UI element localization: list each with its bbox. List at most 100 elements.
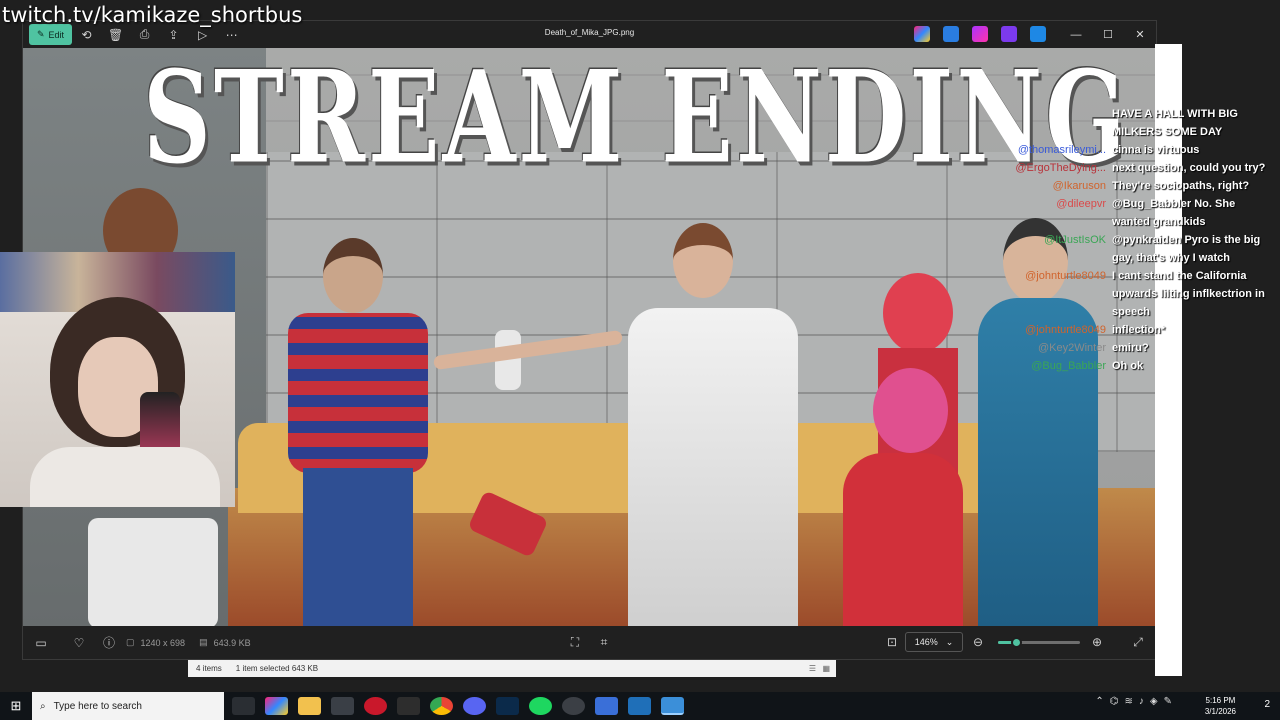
- chrome-icon[interactable]: [430, 697, 453, 715]
- photos-active-icon[interactable]: [661, 697, 684, 715]
- file-explorer-icon[interactable]: [298, 697, 321, 715]
- photos-app-icon[interactable]: [628, 697, 651, 715]
- media-player-icon[interactable]: [562, 697, 585, 715]
- task-view-icon[interactable]: [232, 697, 255, 715]
- favorite-icon[interactable]: ♡: [64, 636, 94, 650]
- close-icon[interactable]: ✕: [1124, 21, 1156, 48]
- chat-text: emiru?: [1112, 342, 1149, 354]
- copilot-taskbar-icon[interactable]: [265, 697, 288, 715]
- chat-message: @johnturtle8049 I cant stand the Californ…: [1000, 267, 1280, 285]
- designer-icon[interactable]: [943, 26, 959, 42]
- chat-text: wanted grandkids: [1112, 216, 1206, 228]
- chat-text: next question, could you try?: [1112, 162, 1266, 174]
- chat-username[interactable]: @johnturtle8049: [1000, 267, 1112, 285]
- chat-message: @ErgoTheDying... next question, could you…: [1000, 159, 1280, 177]
- chat-message: @Bug_Babbler Oh ok: [1000, 357, 1280, 375]
- info-icon[interactable]: ⓘ: [94, 634, 124, 651]
- app-icon[interactable]: [595, 697, 618, 715]
- webcam-overlay: [0, 252, 235, 507]
- search-placeholder: Type here to search: [53, 700, 142, 712]
- system-tray: ⌃ ⌬ ≋ ♪ ◈ ✎: [1095, 696, 1172, 707]
- spotify-icon[interactable]: [529, 697, 552, 715]
- zoom-slider-thumb[interactable]: [1011, 637, 1023, 648]
- details-view-icon[interactable]: ☰: [809, 664, 816, 673]
- chat-username[interactable]: [1000, 285, 1112, 303]
- network-icon[interactable]: ⌬: [1110, 696, 1119, 707]
- windows-taskbar: ⊞ ⌕ Type here to search ⌃ ⌬ ≋ ♪ ◈ ✎ 5:16…: [0, 692, 1280, 720]
- edit-button[interactable]: ✎ Edit: [29, 24, 73, 45]
- chat-text: @pynkraiden Pyro is the big: [1112, 234, 1261, 246]
- chat-text: gay, that's why I watch: [1112, 252, 1230, 264]
- onedrive-icon[interactable]: [1030, 26, 1046, 42]
- crop-icon[interactable]: ⛶: [560, 635, 590, 650]
- chat-text: Oh ok: [1112, 360, 1144, 372]
- figure-striped-sweater: [243, 238, 521, 628]
- chat-message: wanted grandkids: [1000, 213, 1280, 231]
- zoom-out-icon[interactable]: ⊖: [963, 635, 993, 649]
- viewer-bottom-bar: ▭ ♡ ⓘ ▢ 1240 x 698 ▤ 643.9 KB ⛶ ⌗ ⊡ 146%…: [23, 626, 1156, 659]
- print-icon[interactable]: ⎙: [130, 24, 159, 45]
- chat-username[interactable]: @thomasrileymi...: [1000, 141, 1112, 159]
- rotate-icon[interactable]: ⟲: [72, 24, 101, 45]
- ocr-icon[interactable]: ⌗: [589, 635, 619, 650]
- fullscreen-icon[interactable]: ⤢: [1123, 635, 1153, 650]
- chat-username[interactable]: [1000, 123, 1112, 141]
- delete-icon[interactable]: 🗑: [101, 24, 130, 45]
- maximize-icon[interactable]: ☐: [1092, 21, 1124, 48]
- figure-white-drape: [432, 223, 833, 628]
- chat-username[interactable]: @Key2Winter: [1000, 339, 1112, 357]
- chat-username[interactable]: [1000, 303, 1112, 321]
- chat-text: speech: [1112, 306, 1150, 318]
- minimize-icon[interactable]: —: [1060, 21, 1092, 48]
- chat-username[interactable]: @Ikaruson: [1000, 177, 1112, 195]
- share-icon[interactable]: ⇪: [159, 24, 188, 45]
- chat-username[interactable]: [1000, 249, 1112, 267]
- fit-to-window-icon[interactable]: ⊡: [877, 635, 907, 649]
- taskbar-clock[interactable]: 5:16 PM 3/1/2026: [1205, 695, 1236, 717]
- start-button[interactable]: ⊞: [0, 698, 32, 714]
- copilot-icon[interactable]: [914, 26, 930, 42]
- create-icon[interactable]: [1001, 26, 1017, 42]
- volume-icon[interactable]: ♪: [1139, 696, 1144, 707]
- chevron-down-icon: ⌄: [945, 636, 954, 647]
- chat-username[interactable]: @Bug_Babbler: [1000, 357, 1112, 375]
- notes-app-icon[interactable]: [331, 697, 354, 715]
- chat-username[interactable]: @ItJustIsOK: [1000, 231, 1112, 249]
- edit-label: Edit: [48, 29, 65, 40]
- discord-icon[interactable]: [463, 697, 486, 715]
- dimensions-icon: ▢: [126, 637, 135, 647]
- taskbar-search[interactable]: ⌕ Type here to search: [32, 692, 224, 720]
- item-count: 4 items: [196, 664, 222, 673]
- chat-text: They're sociopaths, right?: [1112, 180, 1250, 192]
- chat-username[interactable]: @johnturtle8049: [1000, 321, 1112, 339]
- zoom-in-icon[interactable]: ⊕: [1082, 635, 1112, 649]
- photoshop-icon[interactable]: [496, 697, 519, 715]
- chevron-up-icon[interactable]: ⌃: [1095, 696, 1103, 707]
- chat-text: @Bug_Babbler No. She: [1112, 198, 1236, 210]
- chat-username[interactable]: [1000, 213, 1112, 231]
- zoom-value: 146%: [914, 637, 938, 647]
- selection-info: 1 item selected 643 KB: [235, 664, 319, 673]
- obs-icon[interactable]: [397, 697, 420, 715]
- chat-username[interactable]: [1000, 105, 1112, 123]
- more-options-icon[interactable]: ⋯: [217, 24, 246, 45]
- tiles-view-icon[interactable]: ▦: [822, 664, 830, 673]
- image-headline: STREAM ENDING: [143, 48, 1129, 193]
- chat-username[interactable]: @ErgoTheDying...: [1000, 159, 1112, 177]
- filmstrip-icon[interactable]: ▭: [26, 636, 56, 650]
- slideshow-icon[interactable]: ▷: [188, 24, 217, 45]
- zoom-slider[interactable]: [998, 637, 1080, 648]
- webcam-streamer-shirt: [30, 447, 220, 507]
- pen-icon[interactable]: ✎: [1164, 696, 1172, 707]
- wifi-icon[interactable]: ≋: [1125, 696, 1133, 707]
- clipchamp-icon[interactable]: [972, 26, 988, 42]
- explorer-status-bar: 4 items 1 item selected 643 KB ☰ ▦: [188, 660, 836, 677]
- security-icon[interactable]: ◈: [1150, 696, 1158, 707]
- chat-username[interactable]: @dileepvr: [1000, 195, 1112, 213]
- chat-message: upwards lilting inflkectrion in: [1000, 285, 1280, 303]
- notification-icon[interactable]: 2: [1264, 699, 1270, 710]
- zoom-dropdown[interactable]: 146% ⌄: [905, 632, 963, 652]
- chat-message: @ItJustIsOK @pynkraiden Pyro is the big: [1000, 231, 1280, 249]
- file-size-icon: ▤: [199, 637, 208, 647]
- opera-icon[interactable]: [364, 697, 387, 715]
